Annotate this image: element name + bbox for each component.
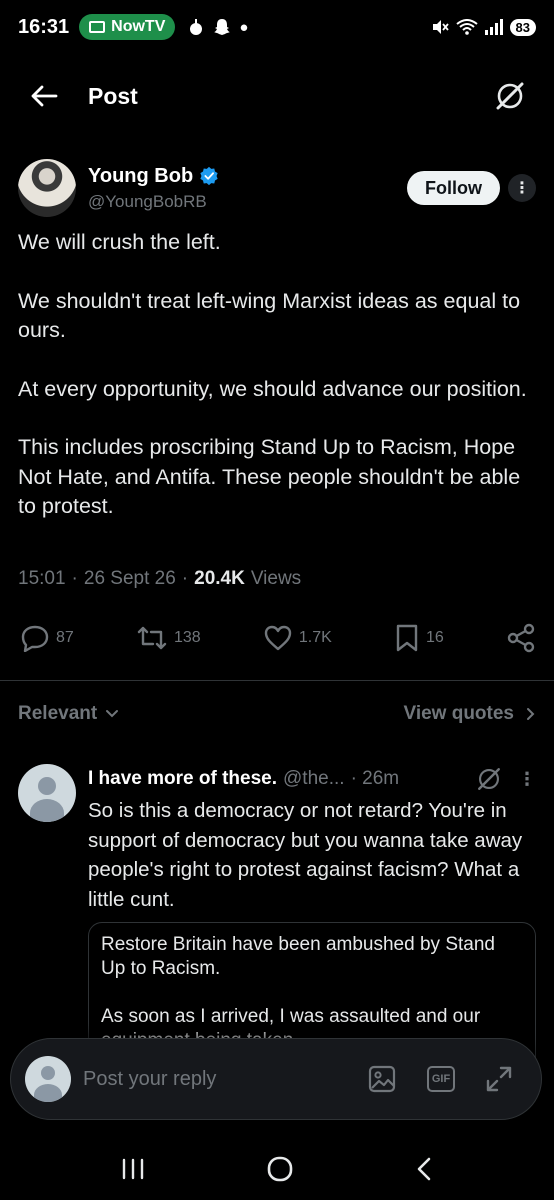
bookmark-button[interactable]: 16 <box>394 623 444 653</box>
repost-count: 138 <box>173 629 201 646</box>
expand-icon[interactable] <box>485 1065 513 1093</box>
reply-post[interactable]: I have more of these. @the... · 26m ⋮ So… <box>18 764 536 914</box>
reply-time: · 26m <box>350 768 400 789</box>
reply-sort-row: Relevant View quotes <box>18 696 536 732</box>
divider <box>0 680 554 681</box>
views-label: Views <box>250 568 302 589</box>
follow-button[interactable]: Follow <box>407 171 500 205</box>
author-handle[interactable]: @YoungBobRB <box>88 192 219 212</box>
meta-separator: · <box>181 568 189 589</box>
reply-count: 87 <box>56 629 74 646</box>
grok-icon <box>496 82 524 110</box>
status-time: 16:31 <box>18 15 70 38</box>
relevant-label: Relevant <box>18 703 98 724</box>
author-name-row: Young Bob <box>88 165 219 188</box>
notification-icons: ● <box>187 18 248 36</box>
post-time: 15:01 <box>18 568 66 589</box>
dot-icon: ● <box>239 18 249 36</box>
composer-icons: GIF <box>367 1064 513 1094</box>
reply-author-name[interactable]: I have more of these. <box>88 768 277 790</box>
back-button[interactable] <box>26 78 62 114</box>
post-author: Young Bob @YoungBobRB Follow ⋮ <box>18 158 536 218</box>
author-names: Young Bob @YoungBobRB <box>88 165 219 212</box>
wifi-icon <box>455 19 478 35</box>
like-button[interactable]: 1.7K <box>263 624 332 652</box>
like-count: 1.7K <box>298 629 332 646</box>
views-count[interactable]: 20.4K <box>194 568 245 590</box>
signal-icon <box>484 19 503 35</box>
back-icon[interactable] <box>414 1156 434 1182</box>
post-date: 26 Sept 26 <box>83 568 176 589</box>
grok-icon <box>478 768 500 790</box>
share-button[interactable] <box>506 623 536 653</box>
recent-apps-icon[interactable] <box>120 1157 146 1181</box>
mute-icon <box>432 20 449 34</box>
gif-button[interactable]: GIF <box>427 1066 455 1092</box>
reply-button[interactable]: 87 <box>20 624 74 652</box>
top-header: Post <box>0 68 554 124</box>
chevron-down-icon <box>106 710 119 718</box>
chevron-right-icon <box>527 708 535 720</box>
author-name[interactable]: Young Bob <box>88 165 193 188</box>
gif-label: GIF <box>431 1073 451 1085</box>
reply-input[interactable] <box>83 1067 313 1091</box>
post-paragraph: At every opportunity, we should advance … <box>18 376 527 401</box>
bookmark-count: 16 <box>425 629 444 646</box>
status-bar: 16:31 NowTV ● 83 <box>0 0 554 54</box>
notification-app-icon <box>190 19 203 35</box>
relevant-dropdown[interactable]: Relevant <box>18 703 119 725</box>
reply-content: I have more of these. @the... · 26m ⋮ So… <box>88 764 536 914</box>
system-nav-bar <box>0 1138 554 1200</box>
post-meta: 15:01 · 26 Sept 26 · 20.4K Views <box>18 568 301 590</box>
post-paragraph: This includes proscribing Stand Up to Ra… <box>18 435 521 518</box>
bookmark-icon <box>396 624 418 652</box>
more-options-icon[interactable]: ⋮ <box>508 174 536 202</box>
meta-separator: · <box>71 568 78 589</box>
image-icon[interactable] <box>367 1064 397 1094</box>
reply-grok-button[interactable] <box>474 764 504 794</box>
view-quotes-link[interactable]: View quotes <box>403 703 536 725</box>
reply-header: I have more of these. @the... · 26m ⋮ <box>88 764 536 794</box>
reply-text: So is this a democracy or not retard? Yo… <box>88 799 523 911</box>
post-paragraph: We shouldn't treat left-wing Marxist ide… <box>18 288 521 343</box>
repost-button[interactable]: 138 <box>136 624 201 652</box>
reply-composer: GIF <box>10 1038 542 1120</box>
repost-icon <box>137 626 167 650</box>
share-icon <box>507 623 535 653</box>
heart-icon <box>264 625 292 651</box>
view-quotes-label: View quotes <box>403 703 514 724</box>
post-body: We will crush the left. We shouldn't tre… <box>18 228 538 551</box>
nowtv-pill[interactable]: NowTV <box>79 14 176 40</box>
reply-icon <box>21 625 49 652</box>
battery-indicator: 83 <box>509 18 536 36</box>
system-icons: 83 <box>432 18 536 36</box>
page-title: Post <box>88 82 138 109</box>
grok-button[interactable] <box>492 78 528 114</box>
tv-icon <box>89 21 106 33</box>
back-arrow-icon <box>31 85 58 107</box>
quote-paragraph: Restore Britain have been ambushed by St… <box>101 934 495 979</box>
action-bar: 87 138 1.7K 16 <box>20 618 536 658</box>
author-avatar[interactable] <box>18 159 76 217</box>
home-icon[interactable] <box>266 1155 294 1183</box>
reply-author-handle[interactable]: @the... <box>283 768 345 790</box>
verified-badge-icon <box>200 166 218 186</box>
reply-more-icon[interactable]: ⋮ <box>518 769 536 790</box>
composer-avatar <box>25 1056 71 1102</box>
snapchat-icon <box>214 19 231 35</box>
post-paragraph: We will crush the left. <box>18 230 221 254</box>
nowtv-label: NowTV <box>111 18 166 35</box>
reply-avatar[interactable] <box>18 764 76 822</box>
